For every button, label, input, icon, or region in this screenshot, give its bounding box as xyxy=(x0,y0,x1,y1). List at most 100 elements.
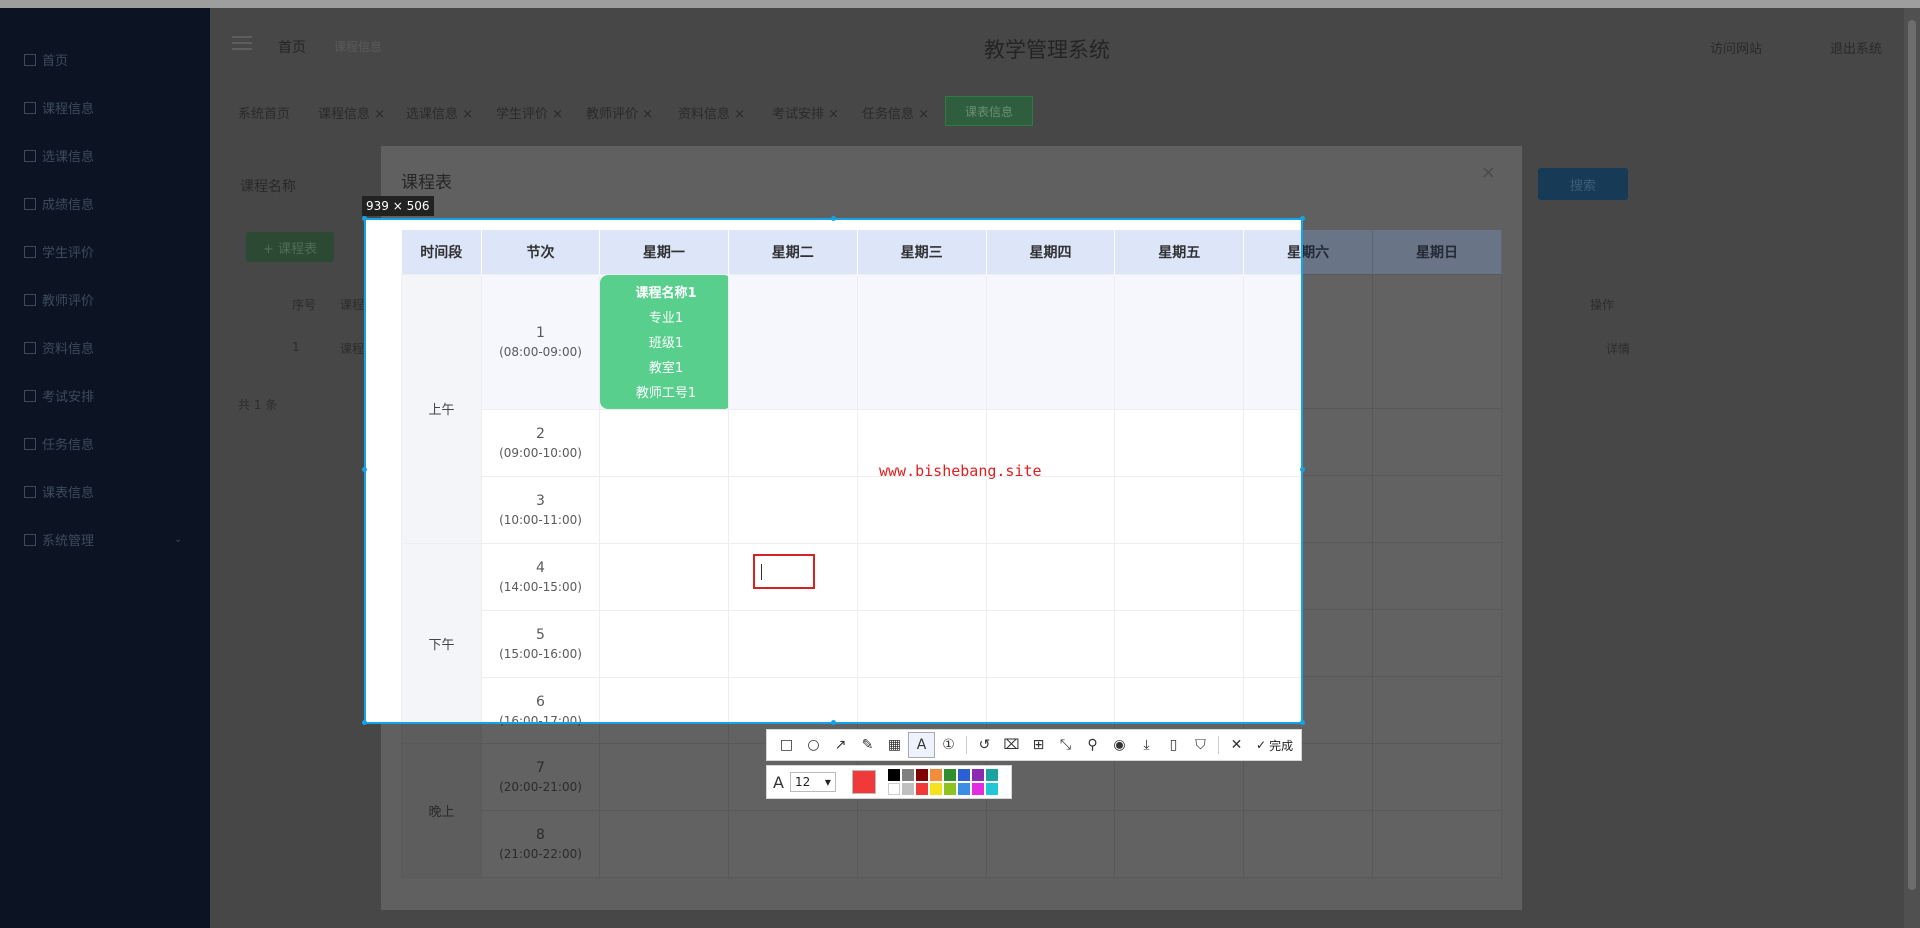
color-swatch[interactable] xyxy=(915,783,928,795)
pin-icon[interactable]: ⚲ xyxy=(1079,732,1106,758)
slot-cell[interactable] xyxy=(1243,273,1302,410)
vertical-scrollbar[interactable] xyxy=(1904,8,1920,928)
color-swatch[interactable] xyxy=(929,769,942,781)
font-size-select[interactable]: 12 ▾ xyxy=(789,772,836,792)
sidebar-item-teacher-eval[interactable]: 教师评价 xyxy=(24,290,94,309)
slot-cell[interactable] xyxy=(599,609,729,678)
add-timetable-button[interactable]: + 课程表 xyxy=(246,232,334,262)
slot-cell[interactable] xyxy=(727,676,858,723)
slot-cell[interactable] xyxy=(727,408,858,477)
tag-home[interactable]: 系统首页 xyxy=(238,103,290,122)
slot-cell[interactable] xyxy=(856,273,987,410)
slot-cell[interactable] xyxy=(727,609,858,678)
sidebar-item-student-eval[interactable]: 学生评价 xyxy=(24,242,94,261)
slot-cell[interactable] xyxy=(985,809,1116,878)
slot-cell[interactable] xyxy=(1372,742,1502,811)
slot-cell[interactable] xyxy=(985,676,1116,723)
color-swatch[interactable] xyxy=(985,783,998,795)
menu-toggle-icon[interactable] xyxy=(232,36,252,50)
tag-tasks[interactable]: 任务信息 × xyxy=(862,103,929,122)
slot-cell[interactable] xyxy=(1114,542,1245,611)
slot-cell[interactable] xyxy=(599,809,729,878)
slot-cell[interactable] xyxy=(856,475,987,544)
slot-cell[interactable] xyxy=(1372,809,1502,878)
logout-link[interactable]: 退出系统 xyxy=(1830,38,1882,57)
slot-cell[interactable] xyxy=(1114,475,1245,544)
slot-cell[interactable] xyxy=(1243,676,1302,723)
course-card[interactable]: 课程名称1 专业1 班级1 教室1 教师工号1 xyxy=(600,274,732,409)
slot-cell[interactable] xyxy=(1114,809,1245,878)
tag-course[interactable]: 课程信息 × xyxy=(318,103,385,122)
text-annotation-box[interactable] xyxy=(753,554,815,589)
resize-handle[interactable] xyxy=(1300,216,1305,221)
color-swatch[interactable] xyxy=(943,769,956,781)
slot-cell[interactable] xyxy=(1243,542,1302,611)
color-swatch[interactable] xyxy=(915,769,928,781)
slot-cell[interactable] xyxy=(599,408,729,477)
sidebar-item-materials[interactable]: 资料信息 xyxy=(24,338,94,357)
slot-cell[interactable] xyxy=(856,676,987,723)
capture-region[interactable]: 时间段 节次 星期一 星期二 星期三 星期四 星期五 星期六 星期日 上午 1(… xyxy=(365,219,1302,723)
slot-cell[interactable] xyxy=(1372,608,1502,677)
color-swatch[interactable] xyxy=(971,769,984,781)
sidebar-item-home[interactable]: 首页 xyxy=(24,50,68,69)
serial-number-icon[interactable]: ① xyxy=(935,732,962,758)
record-icon[interactable]: ◉ xyxy=(1106,732,1133,758)
resize-handle[interactable] xyxy=(362,720,367,725)
pen-icon[interactable]: ✎ xyxy=(854,732,881,758)
tag-student-eval[interactable]: 学生评价 × xyxy=(496,103,563,122)
slot-cell-mon-1[interactable]: 课程名称1 专业1 班级1 教室1 教师工号1 xyxy=(599,273,732,410)
resize-handle[interactable] xyxy=(831,216,836,221)
slot-cell[interactable] xyxy=(985,273,1116,410)
slot-cell[interactable] xyxy=(1243,408,1302,477)
color-swatch[interactable] xyxy=(957,783,970,795)
slot-cell[interactable] xyxy=(1114,676,1245,723)
color-swatch[interactable] xyxy=(971,783,984,795)
current-color-swatch[interactable] xyxy=(851,770,876,794)
sidebar-item-tasks[interactable]: 任务信息 xyxy=(24,434,94,453)
sidebar-item-course[interactable]: 课程信息 xyxy=(24,98,94,117)
search-button[interactable]: 搜索 xyxy=(1538,168,1628,200)
slot-cell[interactable] xyxy=(1243,809,1374,878)
sidebar-item-grades[interactable]: 成绩信息 xyxy=(24,194,94,213)
slot-cell[interactable] xyxy=(1372,273,1502,409)
tag-materials[interactable]: 资料信息 × xyxy=(678,103,745,122)
resize-handle[interactable] xyxy=(362,216,367,221)
sidebar-item-exams[interactable]: 考试安排 xyxy=(24,386,94,405)
breadcrumb-home[interactable]: 首页 xyxy=(278,37,306,57)
color-swatch[interactable] xyxy=(901,769,914,781)
tag-selection[interactable]: 选课信息 × xyxy=(406,103,473,122)
slot-cell[interactable] xyxy=(1114,408,1245,477)
translate-icon[interactable]: ⊞ xyxy=(1025,732,1052,758)
color-swatch[interactable] xyxy=(943,783,956,795)
close-icon[interactable]: ✕ xyxy=(1223,732,1250,758)
slot-cell[interactable] xyxy=(727,475,858,544)
color-swatch[interactable] xyxy=(985,769,998,781)
visit-site-link[interactable]: 访问网站 xyxy=(1710,38,1762,57)
tag-exams[interactable]: 考试安排 × xyxy=(772,103,839,122)
ellipse-icon[interactable]: ○ xyxy=(800,732,827,758)
close-icon[interactable]: × xyxy=(1481,162,1496,183)
color-swatch[interactable] xyxy=(887,783,900,795)
slot-cell[interactable] xyxy=(985,475,1116,544)
long-screenshot-icon[interactable]: ▯ xyxy=(1160,732,1187,758)
resize-handle[interactable] xyxy=(1300,720,1305,725)
slot-cell[interactable] xyxy=(1372,407,1502,476)
slot-cell[interactable] xyxy=(727,809,858,878)
slot-cell[interactable] xyxy=(1243,609,1302,678)
slot-cell[interactable] xyxy=(856,809,987,878)
slot-cell[interactable] xyxy=(727,273,858,410)
slot-cell[interactable] xyxy=(599,542,729,611)
slot-cell[interactable] xyxy=(599,676,729,723)
ocr-icon[interactable]: ⌧ xyxy=(998,732,1025,758)
text-icon[interactable]: A xyxy=(908,732,935,758)
save-icon[interactable]: ⤓ xyxy=(1133,732,1160,758)
resize-handle[interactable] xyxy=(1300,467,1305,472)
slot-cell[interactable] xyxy=(1114,273,1245,410)
done-button[interactable]: ✓ 完成 xyxy=(1256,737,1293,754)
color-swatch[interactable] xyxy=(887,769,900,781)
tag-teacher-eval[interactable]: 教师评价 × xyxy=(586,103,653,122)
rect-icon[interactable]: □ xyxy=(773,732,800,758)
sidebar-item-selection[interactable]: 选课信息 xyxy=(24,146,94,165)
slot-cell[interactable] xyxy=(985,609,1116,678)
